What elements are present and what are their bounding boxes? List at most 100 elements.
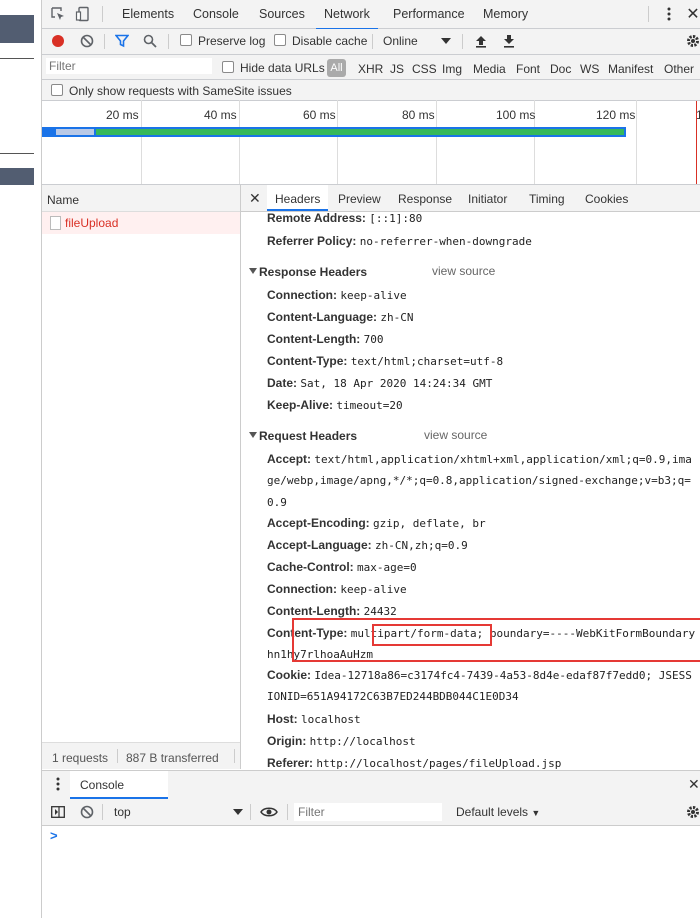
filter-type-xhr[interactable]: XHR bbox=[358, 62, 383, 76]
console-output[interactable]: > bbox=[42, 826, 700, 918]
cookie-row: Cookie: Idea-12718a86=c3174fc4-7439-4a53… bbox=[267, 668, 692, 682]
separator bbox=[287, 804, 288, 820]
dropdown-arrow-icon[interactable] bbox=[441, 36, 451, 46]
tab-performance[interactable]: Performance bbox=[393, 0, 465, 28]
checkbox-box[interactable] bbox=[51, 84, 63, 96]
cookie-row-cont: IONID=651A94172C63B7ED244BDB044C1E0D34 bbox=[267, 690, 519, 703]
tab-preview[interactable]: Preview bbox=[338, 185, 381, 213]
expand-triangle-icon bbox=[249, 432, 257, 438]
name-column-header[interactable]: Name bbox=[47, 193, 79, 207]
samesite-label: Only show requests with SameSite issues bbox=[69, 84, 292, 98]
checkbox-box[interactable] bbox=[180, 34, 192, 46]
request-name: fileUpload bbox=[65, 216, 119, 230]
filter-type-font[interactable]: Font bbox=[516, 62, 540, 76]
samesite-checkbox[interactable]: Only show requests with SameSite issues bbox=[51, 84, 292, 98]
close-drawer-icon[interactable]: ✕ bbox=[688, 776, 700, 793]
preserve-log-checkbox[interactable]: Preserve log bbox=[180, 34, 265, 48]
inspect-element-icon[interactable] bbox=[50, 6, 66, 22]
accept-row: Accept: text/html,application/xhtml+xml,… bbox=[267, 452, 692, 466]
requests-header: Name bbox=[42, 185, 240, 212]
filter-type-other[interactable]: Other bbox=[664, 62, 694, 76]
filter-type-manifest[interactable]: Manifest bbox=[608, 62, 653, 76]
close-devtools-icon[interactable]: ✕ bbox=[686, 5, 700, 23]
expand-triangle-icon bbox=[249, 268, 257, 274]
filter-type-img[interactable]: Img bbox=[442, 62, 462, 76]
separator bbox=[102, 804, 103, 820]
drawer-menu-icon[interactable] bbox=[55, 777, 61, 791]
search-icon[interactable] bbox=[143, 34, 157, 48]
separator bbox=[117, 749, 118, 763]
separator bbox=[104, 34, 105, 49]
context-select[interactable]: top bbox=[114, 805, 131, 819]
throttling-select[interactable]: Online bbox=[383, 34, 418, 48]
accept-row-cont: 0.9 bbox=[267, 496, 287, 509]
cache-control-row: Cache-Control: max-age=0 bbox=[267, 560, 417, 574]
filter-type-css[interactable]: CSS bbox=[412, 62, 437, 76]
console-settings-gear-icon[interactable] bbox=[686, 805, 700, 819]
general-row: Referrer Policy: no-referrer-when-downgr… bbox=[267, 234, 532, 248]
export-har-icon[interactable] bbox=[502, 33, 516, 49]
timeline-tick: 40 ms bbox=[204, 108, 237, 122]
separator bbox=[102, 6, 103, 22]
hide-data-urls-checkbox[interactable]: Hide data URLs bbox=[222, 61, 325, 75]
drawer-tab-bar: Console ✕ bbox=[42, 770, 700, 800]
checkbox-box[interactable] bbox=[274, 34, 286, 46]
log-levels-select[interactable]: Default levels ▼ bbox=[456, 805, 540, 819]
filter-type-media[interactable]: Media bbox=[473, 62, 506, 76]
timeline-tick: 100 ms bbox=[496, 108, 536, 122]
filter-input[interactable] bbox=[46, 58, 212, 74]
console-filter-input[interactable] bbox=[294, 803, 442, 821]
headers-content: Remote Address: [::1]:80 Referrer Policy… bbox=[241, 211, 700, 769]
request-row[interactable]: fileUpload bbox=[42, 212, 240, 234]
import-har-icon[interactable] bbox=[474, 33, 488, 49]
filter-type-ws[interactable]: WS bbox=[580, 62, 599, 76]
response-view-source-link[interactable]: view source bbox=[432, 264, 495, 278]
tab-elements[interactable]: Elements bbox=[122, 0, 174, 28]
clear-console-icon[interactable] bbox=[80, 805, 94, 819]
filter-type-doc[interactable]: Doc bbox=[550, 62, 571, 76]
tab-response[interactable]: Response bbox=[398, 185, 452, 213]
dropdown-arrow-icon[interactable] bbox=[233, 808, 243, 815]
tab-network[interactable]: Network bbox=[316, 0, 378, 30]
checkbox-box[interactable] bbox=[222, 61, 234, 73]
timeline-tick: 80 ms bbox=[402, 108, 435, 122]
throttle-value: Online bbox=[383, 34, 418, 48]
filter-icon[interactable] bbox=[115, 34, 129, 48]
tab-sources[interactable]: Sources bbox=[259, 0, 305, 28]
close-details-icon[interactable]: ✕ bbox=[249, 190, 261, 207]
tab-memory[interactable]: Memory bbox=[483, 0, 528, 28]
tab-timing[interactable]: Timing bbox=[529, 185, 565, 213]
timeline-bar-green bbox=[96, 129, 624, 135]
tab-cookies[interactable]: Cookies bbox=[585, 185, 628, 213]
live-expression-eye-icon[interactable] bbox=[260, 805, 278, 819]
response-header-row: Content-Length: 700 bbox=[267, 332, 384, 346]
tab-headers[interactable]: Headers bbox=[267, 185, 329, 211]
accept-encoding-row: Accept-Encoding: gzip, deflate, br bbox=[267, 516, 486, 530]
more-options-icon[interactable] bbox=[661, 6, 677, 22]
filter-type-js[interactable]: JS bbox=[390, 62, 404, 76]
show-sidebar-icon[interactable] bbox=[51, 805, 65, 819]
console-prompt[interactable]: > bbox=[50, 828, 58, 843]
response-header-row: Content-Type: text/html;charset=utf-8 bbox=[267, 354, 504, 368]
clear-icon[interactable] bbox=[80, 34, 94, 48]
record-icon[interactable] bbox=[51, 34, 65, 48]
request-headers-title: Request Headers bbox=[259, 429, 358, 443]
gridline bbox=[141, 100, 142, 184]
network-settings-gear-icon[interactable] bbox=[686, 33, 700, 49]
separator bbox=[234, 749, 235, 763]
requests-status-bar: 1 requests 887 B transferred bbox=[42, 742, 240, 769]
drawer-tab-console[interactable]: Console bbox=[70, 771, 168, 799]
request-view-source-link[interactable]: view source bbox=[424, 428, 487, 442]
filter-type-all[interactable]: All bbox=[327, 59, 346, 77]
tab-initiator[interactable]: Initiator bbox=[468, 185, 507, 213]
tab-console[interactable]: Console bbox=[193, 0, 239, 28]
device-toolbar-icon[interactable] bbox=[75, 6, 91, 22]
page-viewport-strip bbox=[0, 0, 42, 918]
timeline-tick: 20 ms bbox=[106, 108, 139, 122]
disable-cache-checkbox[interactable]: Disable cache bbox=[274, 34, 367, 48]
page-divider bbox=[0, 153, 34, 154]
requests-panel: Name fileUpload 1 requests 887 B transfe… bbox=[42, 185, 241, 769]
request-count: 1 requests bbox=[52, 751, 109, 765]
connection-row: Connection: keep-alive bbox=[267, 582, 407, 596]
timeline-bar-queue bbox=[56, 129, 94, 135]
